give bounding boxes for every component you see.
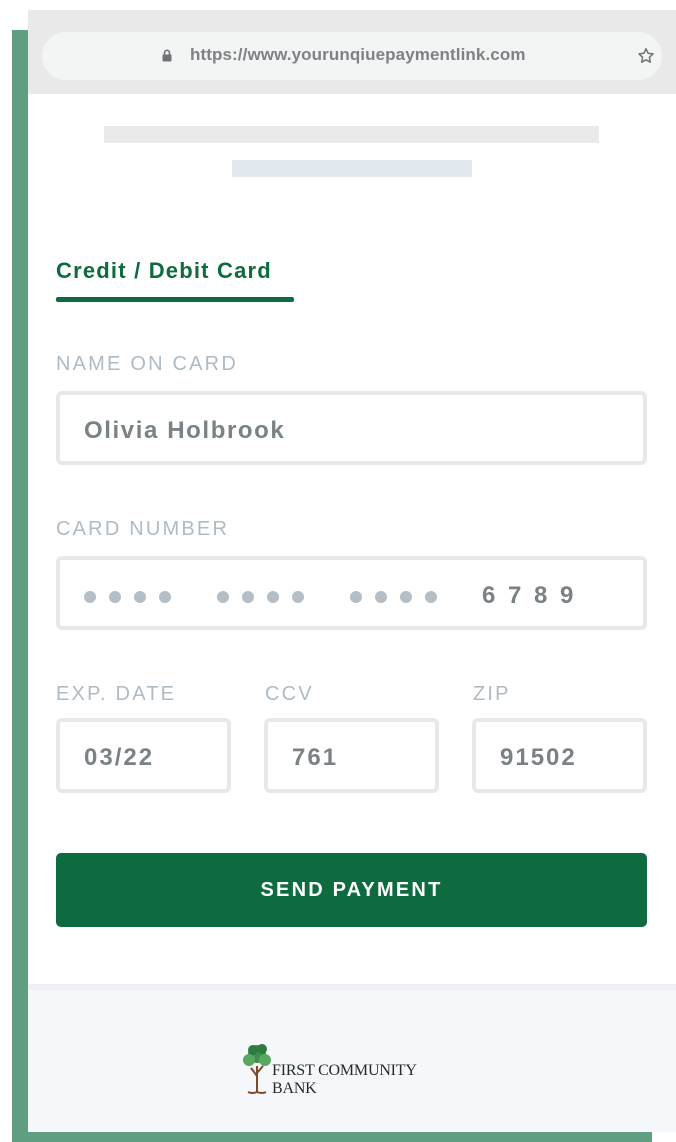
ccv-value: 761	[292, 744, 339, 771]
name-on-card-value: Olivia Holbrook	[84, 417, 286, 444]
tree-icon	[243, 1044, 271, 1094]
ccv-label: CCV	[265, 683, 314, 705]
mask-dot	[425, 591, 437, 603]
bank-name: FIRST COMMUNITY BANK	[272, 1062, 417, 1097]
mask-dot	[109, 591, 121, 603]
mask-dot	[242, 591, 254, 603]
card-number-field[interactable]: 6 7 8 9	[56, 556, 647, 630]
star-icon[interactable]	[637, 47, 655, 65]
zip-label: ZIP	[473, 683, 511, 705]
url-text: https://www.yourunqiuepaymentlink.com	[190, 45, 526, 64]
card-last-four: 6 7 8 9	[482, 582, 577, 609]
tab-active-indicator	[56, 297, 294, 302]
mask-dot	[400, 591, 412, 603]
mask-dot	[267, 591, 279, 603]
name-on-card-field[interactable]: Olivia Holbrook	[56, 391, 647, 465]
zip-value: 91502	[500, 744, 577, 771]
mask-dot	[292, 591, 304, 603]
card-number-label: CARD NUMBER	[56, 518, 230, 540]
browser-toolbar: https://www.yourunqiuepaymentlink.com	[28, 10, 676, 94]
mask-dot	[350, 591, 362, 603]
masked-digits-group-2	[217, 590, 317, 603]
placeholder-subheading-bar	[232, 160, 472, 177]
exp-date-value: 03/22	[84, 744, 155, 771]
send-payment-button[interactable]: SEND PAYMENT	[56, 853, 647, 927]
exp-date-field[interactable]: 03/22	[56, 718, 231, 793]
mask-dot	[134, 591, 146, 603]
lock-icon	[162, 49, 172, 62]
footer: FIRST COMMUNITY BANK	[28, 984, 676, 1132]
mask-dot	[159, 591, 171, 603]
masked-digits-group-1	[84, 590, 184, 603]
mask-dot	[217, 591, 229, 603]
mask-dot	[84, 591, 96, 603]
name-on-card-label: NAME ON CARD	[56, 353, 238, 375]
ccv-field[interactable]: 761	[264, 718, 439, 793]
tab-credit-debit-card[interactable]: Credit / Debit Card	[56, 258, 272, 284]
zip-field[interactable]: 91502	[472, 718, 647, 793]
exp-date-label: EXP. DATE	[56, 683, 177, 705]
placeholder-heading-bar	[104, 126, 599, 143]
masked-digits-group-3	[350, 590, 450, 603]
mask-dot	[375, 591, 387, 603]
phone-screen: https://www.yourunqiuepaymentlink.com Cr…	[28, 10, 676, 1132]
address-bar[interactable]: https://www.yourunqiuepaymentlink.com	[42, 32, 662, 80]
bank-logo: FIRST COMMUNITY BANK	[242, 1040, 462, 1097]
